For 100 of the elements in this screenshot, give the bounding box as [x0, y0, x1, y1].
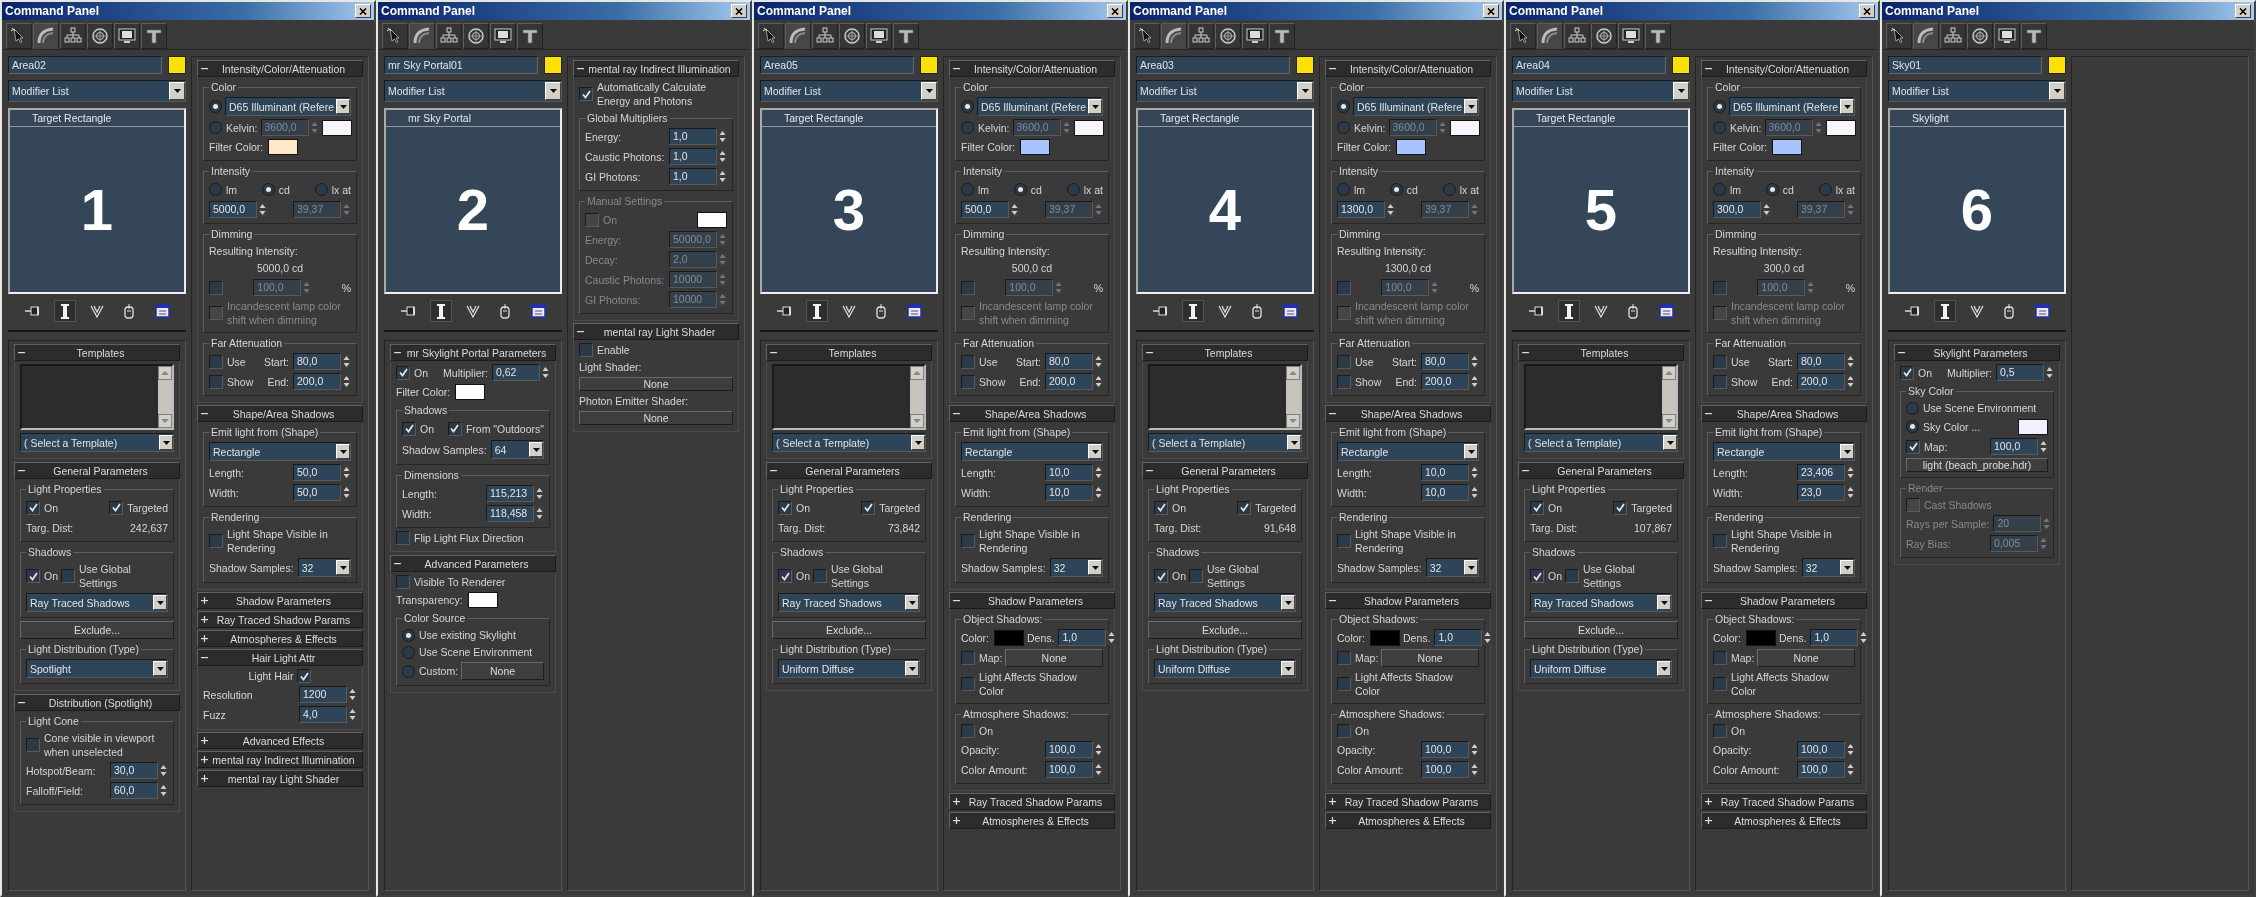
name-field[interactable]: mr Sky Portal01 [384, 56, 538, 74]
dropdown[interactable]: Modifier List [8, 80, 186, 102]
spinner-field[interactable]: 200,0 [1045, 373, 1093, 390]
dropdown[interactable]: D65 Illuminant (Refere [225, 97, 351, 116]
dropdown[interactable]: Rectangle [209, 442, 351, 461]
rollout-header[interactable]: Templates [1142, 344, 1308, 361]
rollout-header[interactable]: General Parameters [1142, 462, 1308, 479]
spinner-field[interactable]: 115,213 [486, 485, 534, 502]
dropdown[interactable]: 32 [1049, 558, 1103, 577]
spinner-field[interactable]: 100,0 [1990, 438, 2038, 455]
rollout-header[interactable]: General Parameters [1518, 462, 1684, 479]
rollout-header[interactable]: Intensity/Color/Attenuation [1325, 60, 1491, 77]
push-button[interactable]: None [579, 411, 733, 425]
dropdown[interactable]: Modifier List [1888, 80, 2066, 102]
dropdown[interactable]: Modifier List [760, 80, 938, 102]
name-field[interactable]: Area04 [1512, 56, 1666, 74]
push-button[interactable]: Exclude... [1148, 621, 1302, 639]
stack-item[interactable]: Target Rectangle [1138, 110, 1312, 127]
spinner-field[interactable]: 23,0 [1797, 484, 1845, 501]
rollout-header[interactable]: mental ray Indirect Illumination [573, 60, 739, 77]
spinner-field[interactable]: 5000,0 [209, 201, 257, 218]
push-button[interactable]: None [461, 662, 544, 680]
rollout-header[interactable]: Hair Light Attr [197, 649, 363, 666]
rollout-header[interactable]: Shape/Area Shadows [1325, 405, 1491, 422]
dropdown[interactable]: ( Select a Template) [1524, 433, 1678, 452]
spinner-field[interactable]: 0,62 [492, 364, 540, 381]
spinner-field[interactable]: 100,0 [1045, 741, 1093, 758]
push-button[interactable]: light (beach_probe.hdr) [1906, 458, 2048, 472]
rollout-header[interactable]: Shape/Area Shadows [949, 405, 1115, 422]
dropdown[interactable]: 32 [1801, 558, 1855, 577]
dropdown[interactable]: ( Select a Template) [1148, 433, 1302, 452]
dropdown[interactable]: Ray Traced Shadows [26, 593, 168, 612]
rollout-header[interactable]: Ray Traced Shadow Params [1701, 793, 1867, 810]
rollout-header[interactable]: General Parameters [14, 462, 180, 479]
spinner-field[interactable]: 23,406 [1797, 464, 1845, 481]
spinner-field[interactable]: 100,0 [1797, 741, 1845, 758]
push-button[interactable]: Exclude... [20, 621, 174, 639]
dropdown[interactable]: Uniform Diffuse [778, 659, 920, 678]
dropdown[interactable]: Rectangle [961, 442, 1103, 461]
spinner-field[interactable]: 80,0 [293, 353, 341, 370]
rollout-header[interactable]: Ray Traced Shadow Params [1325, 793, 1491, 810]
dropdown[interactable]: Uniform Diffuse [1154, 659, 1296, 678]
push-button[interactable]: Exclude... [1524, 621, 1678, 639]
rollout-header[interactable]: mental ray Light Shader [573, 323, 739, 340]
spinner-field[interactable]: 1,0 [1810, 629, 1859, 646]
spinner-field[interactable]: 1,0 [669, 148, 717, 165]
spinner-field[interactable]: 1,0 [1434, 629, 1483, 646]
rollout-header[interactable]: Intensity/Color/Attenuation [1701, 60, 1867, 77]
push-button[interactable]: None [579, 377, 733, 391]
dropdown[interactable]: Modifier List [1512, 80, 1690, 102]
push-button[interactable]: None [1381, 649, 1479, 667]
rollout-header[interactable]: Shadow Parameters [1325, 592, 1491, 609]
spinner-field[interactable]: 30,0 [110, 762, 158, 779]
spinner-field[interactable]: 200,0 [1421, 373, 1469, 390]
rollout-header[interactable]: mental ray Indirect Illumination [197, 751, 363, 768]
push-button[interactable]: None [1005, 649, 1103, 667]
spinner-field[interactable]: 4,0 [299, 706, 347, 723]
rollout-header[interactable]: Advanced Parameters [390, 555, 556, 572]
modifier-stack[interactable]: Target Rectangle 5 [1512, 108, 1690, 294]
spinner-field[interactable]: 60,0 [110, 782, 158, 799]
name-field[interactable]: Area05 [760, 56, 914, 74]
rollout-header[interactable]: Atmospheres & Effects [949, 812, 1115, 829]
rollout-header[interactable]: Templates [766, 344, 932, 361]
spinner-field[interactable]: 0,5 [1996, 364, 2044, 381]
spinner-field[interactable]: 1,0 [1058, 629, 1107, 646]
push-button[interactable]: Exclude... [772, 621, 926, 639]
spinner-field[interactable]: 80,0 [1045, 353, 1093, 370]
rollout-header[interactable]: Distribution (Spotlight) [14, 694, 180, 711]
spinner-field[interactable]: 200,0 [1797, 373, 1845, 390]
rollout-header[interactable]: Templates [14, 344, 180, 361]
rollout-header[interactable]: Templates [1518, 344, 1684, 361]
spinner-field[interactable]: 80,0 [1421, 353, 1469, 370]
stack-item[interactable]: Target Rectangle [1514, 110, 1688, 127]
rollout-header[interactable]: mental ray Light Shader [197, 770, 363, 787]
rollout-header[interactable]: mr Skylight Portal Parameters [390, 344, 556, 361]
dropdown[interactable]: Modifier List [1136, 80, 1314, 102]
dropdown[interactable]: 32 [1425, 558, 1479, 577]
spinner-field[interactable]: 118,458 [486, 505, 534, 522]
spinner-field[interactable]: 1300,0 [1337, 201, 1385, 218]
spinner-field[interactable]: 10,0 [1421, 464, 1469, 481]
dropdown[interactable]: ( Select a Template) [20, 433, 174, 452]
modifier-stack[interactable]: Target Rectangle 4 [1136, 108, 1314, 294]
rollout-header[interactable]: Intensity/Color/Attenuation [197, 60, 363, 77]
dropdown[interactable]: Ray Traced Shadows [1530, 593, 1672, 612]
spinner-field[interactable]: 10,0 [1045, 484, 1093, 501]
dropdown[interactable]: 64 [490, 440, 544, 459]
dropdown[interactable]: D65 Illuminant (Refere [1729, 97, 1855, 116]
spinner-field[interactable]: 100,0 [1421, 741, 1469, 758]
stack-item[interactable]: Skylight [1890, 110, 2064, 127]
dropdown[interactable]: Spotlight [26, 659, 168, 678]
stack-item[interactable]: Target Rectangle [762, 110, 936, 127]
rollout-header[interactable]: General Parameters [766, 462, 932, 479]
rollout-header[interactable]: Shape/Area Shadows [197, 405, 363, 422]
stack-item[interactable]: Target Rectangle [10, 110, 184, 127]
rollout-header[interactable]: Shadow Parameters [949, 592, 1115, 609]
rollout-header[interactable]: Shadow Parameters [197, 592, 363, 609]
rollout-header[interactable]: Skylight Parameters [1894, 344, 2060, 361]
dropdown[interactable]: Ray Traced Shadows [1154, 593, 1296, 612]
dropdown[interactable]: Modifier List [384, 80, 562, 102]
spinner-field[interactable]: 300,0 [1713, 201, 1761, 218]
